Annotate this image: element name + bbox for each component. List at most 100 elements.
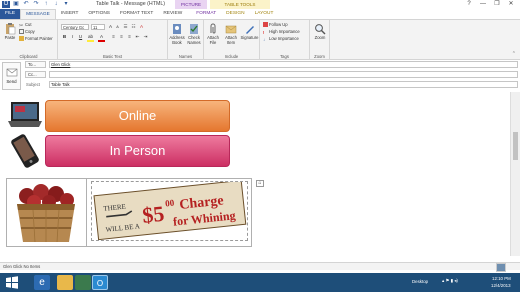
names-group: Address Book Check Names Names <box>168 20 204 60</box>
help-button[interactable]: ? <box>462 0 476 8</box>
underline-button[interactable]: U <box>77 34 84 40</box>
clock-date[interactable]: 12/4/2013 <box>491 283 511 288</box>
redo-icon[interactable]: ↷ <box>32 1 40 8</box>
table-tools-header: TABLE TOOLS <box>210 0 270 9</box>
follow-up-button[interactable]: Follow Up <box>263 22 288 28</box>
scissors-icon: ✂ <box>19 23 24 29</box>
to-field[interactable]: Glen Glick <box>49 61 518 68</box>
table[interactable]: THERE WILL BE A $5 00 Charge for Whining <box>6 178 252 247</box>
font-size-combo[interactable]: 11 <box>91 24 105 30</box>
align-center-button[interactable]: ≡ <box>118 34 125 40</box>
include-group: Attach File Attach Item Signature Includ… <box>204 20 260 60</box>
status-text: Glen Glick No Items <box>3 264 41 269</box>
tab-file[interactable]: FILE <box>0 9 21 19</box>
check-names-label: Check Names <box>187 35 201 45</box>
file-explorer-icon[interactable] <box>57 275 73 290</box>
paste-icon <box>6 23 16 35</box>
cc-button[interactable]: Cc... <box>25 71 46 78</box>
minimize-button[interactable]: — <box>476 0 490 8</box>
customize-qat-icon[interactable]: ▾ <box>62 1 70 8</box>
high-importance-button[interactable]: ! High Importance <box>263 29 300 35</box>
exclamation-icon: ! <box>263 30 265 35</box>
signature-label: Signature <box>240 35 259 40</box>
grow-font-button[interactable]: A <box>107 24 114 30</box>
tab-insert[interactable]: INSERT <box>56 9 84 19</box>
tab-picture-format[interactable]: FORMAT <box>191 9 221 19</box>
apple-basket-image <box>17 184 75 243</box>
tray-icons: ▴ ⚑ ▮ ◂) <box>442 278 458 283</box>
font-color-button[interactable]: A <box>98 34 105 42</box>
align-left-button[interactable]: ≡ <box>110 34 117 40</box>
high-importance-label: High Importance <box>269 29 300 34</box>
send-button[interactable]: Send <box>2 62 21 90</box>
desktop-label[interactable]: Desktop <box>412 279 428 284</box>
online-option-button[interactable]: Online <box>45 100 230 132</box>
attach-file-button[interactable]: Attach File <box>205 23 221 45</box>
align-right-button[interactable]: ≡ <box>126 34 133 40</box>
numbering-button[interactable]: ☷ <box>130 24 137 30</box>
clock-time[interactable]: 12:10 PM <box>492 276 511 281</box>
to-button[interactable]: To... <box>25 61 46 68</box>
copy-button[interactable]: Copy <box>19 29 35 35</box>
media-icon[interactable] <box>75 275 91 290</box>
down-arrow-icon: ↓ <box>263 37 266 42</box>
collapse-ribbon-icon[interactable]: ⌃ <box>512 51 516 57</box>
table-cell-1[interactable] <box>7 179 87 246</box>
zoom-button[interactable]: Zoom <box>312 23 328 41</box>
format-painter-button[interactable]: Format Painter <box>19 36 53 42</box>
paste-button[interactable]: Paste <box>2 23 18 41</box>
attach-item-label: Attach Item <box>225 35 237 45</box>
tab-review[interactable]: REVIEW <box>158 9 187 19</box>
zoom-label: Zoom <box>314 35 326 40</box>
copy-label: Copy <box>25 29 35 34</box>
outlook-taskbar-icon[interactable]: O <box>92 275 108 290</box>
close-button[interactable]: ✕ <box>504 0 518 8</box>
in-person-option-button[interactable]: In Person <box>45 135 230 167</box>
up-arrow-icon[interactable]: ↑ <box>42 1 50 8</box>
save-icon[interactable]: ▣ <box>12 1 20 8</box>
check-names-icon <box>190 24 198 34</box>
decrease-indent-button[interactable]: ⇤ <box>134 34 141 40</box>
restore-button[interactable]: ❐ <box>490 0 504 8</box>
tab-options[interactable]: OPTIONS <box>83 9 115 19</box>
table-cell-2[interactable]: THERE WILL BE A $5 00 Charge for Whining <box>88 179 251 246</box>
message-header-fields: Send To... Glen Glick Cc... Subject Tabl… <box>0 60 520 92</box>
clear-formatting-button[interactable]: A <box>138 24 145 30</box>
undo-icon[interactable]: ↶ <box>22 1 30 8</box>
subject-field[interactable]: Table Talk <box>49 81 518 88</box>
tab-message[interactable]: MESSAGE <box>20 9 56 19</box>
whining-sign-image[interactable]: THERE WILL BE A $5 00 Charge for Whining <box>91 179 248 241</box>
signature-button[interactable]: Signature <box>240 23 259 41</box>
message-body[interactable]: Online In Person THERE WILL BE A $5 00 C… <box>0 92 510 256</box>
phone-image <box>8 132 42 170</box>
bullets-button[interactable]: ☰ <box>122 24 129 30</box>
vertical-scrollbar[interactable] <box>510 92 520 256</box>
cc-field[interactable] <box>49 71 518 78</box>
highlight-button[interactable]: ab <box>87 34 94 42</box>
tab-table-layout[interactable]: LAYOUT <box>250 9 279 19</box>
down-arrow-icon[interactable]: ↓ <box>52 1 60 8</box>
font-name-combo[interactable]: Century Gc <box>61 24 89 30</box>
internet-explorer-icon[interactable]: e <box>34 275 50 290</box>
cut-button[interactable]: ✂ Cut <box>19 22 32 29</box>
tab-table-design[interactable]: DESIGN <box>221 9 249 19</box>
italic-button[interactable]: I <box>69 34 76 40</box>
tab-format-text[interactable]: FORMAT TEXT <box>115 9 158 19</box>
shrink-font-button[interactable]: A <box>114 24 121 30</box>
check-names-button[interactable]: Check Names <box>186 23 202 45</box>
brush-icon <box>19 36 24 41</box>
flag-icon <box>263 22 268 27</box>
low-importance-button[interactable]: ↓ Low Importance <box>263 36 299 42</box>
layout-options-button[interactable]: ⌂ <box>256 180 264 187</box>
address-book-button[interactable]: Address Book <box>169 23 185 45</box>
ribbon: Paste ✂ Cut Copy Format Painter Clipboard… <box>0 19 520 60</box>
windows-start-icon[interactable] <box>4 275 20 290</box>
attach-item-button[interactable]: Attach Item <box>222 23 240 45</box>
increase-indent-button[interactable]: ⇥ <box>142 34 149 40</box>
scrollbar-thumb[interactable] <box>513 132 518 160</box>
taskbar: e O Desktop ▴ ⚑ ▮ ◂) 12:10 PM 12/4/2013 <box>0 263 520 292</box>
status-bar: Glen Glick No Items <box>0 262 520 270</box>
user-avatar[interactable] <box>496 263 506 272</box>
bold-button[interactable]: B <box>61 34 68 40</box>
window-title: Table Talk - Message (HTML) <box>96 1 166 7</box>
